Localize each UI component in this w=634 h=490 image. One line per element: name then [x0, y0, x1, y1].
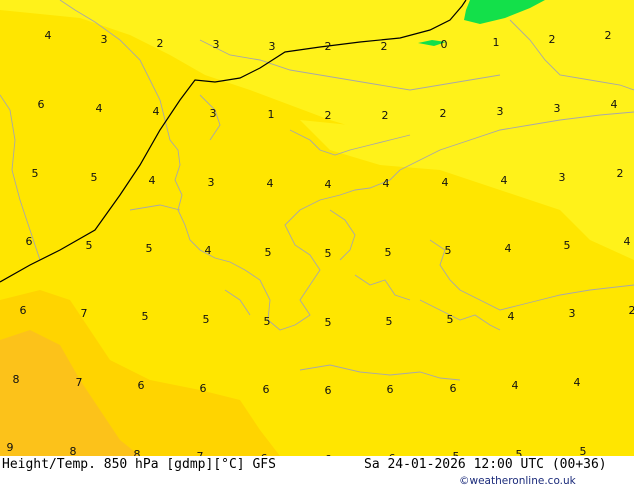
value-label: 5 — [325, 247, 332, 260]
value-label: 3 — [569, 307, 576, 320]
value-label: 4 — [153, 105, 160, 118]
weather-map: 4 3 2 3 3 2 2 0 1 2 2 6 4 4 3 1 2 2 2 3 3 4 5 5 4 3 4 4 4 4 4 3 2 6 5 5 4 5 5 5… — [0, 0, 634, 490]
value-label: 2 — [617, 167, 624, 180]
value-label: 4 — [505, 242, 512, 255]
value-label: 4 — [205, 244, 212, 257]
value-label: 2 — [325, 109, 332, 122]
value-label: 5 — [325, 316, 332, 329]
value-label: 4 — [96, 102, 103, 115]
value-label: 2 — [381, 40, 388, 53]
value-label: 6 — [263, 383, 270, 396]
value-label: 4 — [383, 177, 390, 190]
valid-datetime: Sa 24-01-2026 12:00 UTC (00+36) — [364, 457, 607, 472]
value-label: 4 — [149, 174, 156, 187]
value-label: 4 — [45, 29, 52, 42]
value-label: 4 — [325, 178, 332, 191]
value-label: 5 — [265, 246, 272, 259]
value-label: 3 — [559, 171, 566, 184]
value-label: 6 — [450, 382, 457, 395]
value-label: 5 — [445, 244, 452, 257]
value-label: 6 — [20, 304, 27, 317]
value-label: 1 — [268, 108, 275, 121]
value-label: 6 — [26, 235, 33, 248]
value-label: 6 — [387, 383, 394, 396]
value-label: 4 — [574, 376, 581, 389]
value-label: 4 — [442, 176, 449, 189]
credit-link[interactable]: ©weatheronline.co.uk — [459, 475, 576, 487]
value-label: 2 — [629, 304, 634, 317]
value-label: 5 — [142, 310, 149, 323]
value-label: 2 — [325, 40, 332, 53]
value-label: 5 — [32, 167, 39, 180]
value-label: 3 — [101, 33, 108, 46]
value-label: 5 — [564, 239, 571, 252]
value-label: 5 — [203, 313, 210, 326]
value-label: 5 — [86, 239, 93, 252]
value-label: 3 — [208, 176, 215, 189]
value-label: 6 — [325, 384, 332, 397]
value-label: 2 — [382, 109, 389, 122]
product-title: Height/Temp. 850 hPa [gdmp][°C] GFS — [2, 457, 276, 472]
value-label: 3 — [210, 107, 217, 120]
value-label: 4 — [624, 235, 631, 248]
value-label: 7 — [81, 307, 88, 320]
value-label: 3 — [213, 38, 220, 51]
value-label: 9 — [7, 441, 14, 454]
value-label: 4 — [611, 98, 618, 111]
value-label: 6 — [200, 382, 207, 395]
value-label: 5 — [385, 246, 392, 259]
value-label: 5 — [146, 242, 153, 255]
value-label: 4 — [267, 177, 274, 190]
value-label: 5 — [447, 313, 454, 326]
value-label: 5 — [264, 315, 271, 328]
value-label: 5 — [91, 171, 98, 184]
value-label: 3 — [269, 40, 276, 53]
value-label: 2 — [605, 29, 612, 42]
value-label: 4 — [508, 310, 515, 323]
value-label: 4 — [512, 379, 519, 392]
value-label: 2 — [440, 107, 447, 120]
value-label: 4 — [501, 174, 508, 187]
value-label: 8 — [13, 373, 20, 386]
value-label: 6 — [38, 98, 45, 111]
value-label: 1 — [493, 36, 500, 49]
value-label: 2 — [549, 33, 556, 46]
value-label: 6 — [138, 379, 145, 392]
value-label: 2 — [157, 37, 164, 50]
value-label: 7 — [76, 376, 83, 389]
value-label: 0 — [441, 38, 448, 51]
value-label: 3 — [497, 105, 504, 118]
value-label: 5 — [386, 315, 393, 328]
value-label: 3 — [554, 102, 561, 115]
